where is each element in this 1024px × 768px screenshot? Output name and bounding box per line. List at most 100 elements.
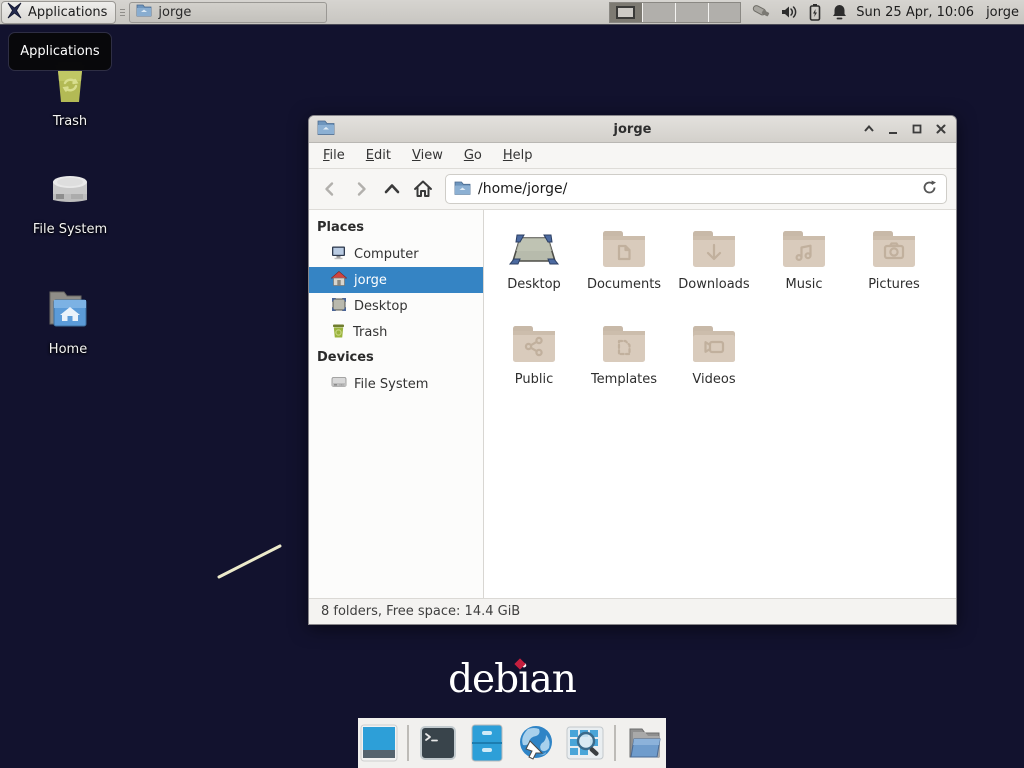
hard-drive-icon bbox=[331, 375, 347, 393]
file-cabinet-icon bbox=[469, 723, 505, 763]
dock-panel bbox=[358, 718, 666, 768]
desktop-icon-file-system[interactable]: File System bbox=[18, 164, 122, 237]
top-panel: Applications jorge bbox=[0, 0, 1024, 25]
location-bar[interactable]: /home/jorge/ bbox=[445, 174, 947, 204]
system-tray bbox=[749, 2, 848, 22]
menu-edit[interactable]: Edit bbox=[366, 148, 391, 163]
applications-menu-button[interactable]: Applications bbox=[1, 1, 116, 24]
templates-folder-icon bbox=[600, 321, 648, 369]
show-desktop-button[interactable] bbox=[358, 722, 399, 764]
file-item-documents[interactable]: Documents bbox=[580, 226, 668, 321]
minimize-button[interactable] bbox=[886, 122, 900, 136]
computer-icon bbox=[331, 245, 347, 264]
sidebar-item-trash[interactable]: Trash bbox=[309, 319, 483, 345]
maximize-button[interactable] bbox=[910, 122, 924, 136]
file-manager-window: jorge File Edit View Go Help bbox=[308, 115, 957, 625]
menu-file[interactable]: File bbox=[323, 148, 345, 163]
window-titlebar[interactable]: jorge bbox=[309, 116, 956, 143]
sidebar-item-jorge[interactable]: jorge bbox=[309, 267, 483, 293]
sidebar: Places Computer bbox=[309, 210, 484, 598]
desktop-icon-home[interactable]: Home bbox=[16, 284, 120, 357]
menu-help[interactable]: Help bbox=[503, 148, 533, 163]
shade-button[interactable] bbox=[862, 122, 876, 136]
clock[interactable]: Sun 25 Apr, 10:06 bbox=[856, 5, 974, 20]
volume-icon[interactable] bbox=[780, 3, 799, 21]
user-actions-button[interactable]: jorge bbox=[986, 5, 1019, 20]
forward-button[interactable] bbox=[346, 175, 375, 204]
file-item-templates[interactable]: Templates bbox=[580, 321, 668, 416]
folder-icon bbox=[136, 3, 152, 21]
file-manager-launcher[interactable] bbox=[466, 722, 507, 764]
documents-folder-icon bbox=[600, 226, 648, 274]
downloads-folder-icon bbox=[690, 226, 738, 274]
applications-menu-label: Applications bbox=[28, 5, 107, 20]
workspace-2[interactable] bbox=[642, 3, 675, 22]
tooltip-text: Applications bbox=[20, 44, 99, 59]
desktop-icon-label: Home bbox=[49, 342, 87, 357]
sidebar-header-devices: Devices bbox=[309, 345, 483, 371]
back-button[interactable] bbox=[315, 175, 344, 204]
workspace-1[interactable] bbox=[610, 3, 642, 22]
trash-icon bbox=[331, 323, 346, 342]
file-item-videos[interactable]: Videos bbox=[670, 321, 758, 416]
show-desktop-icon bbox=[359, 723, 399, 763]
folder-icon bbox=[454, 180, 471, 199]
notifications-icon[interactable] bbox=[831, 3, 848, 21]
applications-tooltip: Applications bbox=[8, 32, 112, 71]
workspace-4[interactable] bbox=[708, 3, 741, 22]
web-browser-icon bbox=[516, 723, 556, 763]
workspace-switcher[interactable] bbox=[609, 2, 741, 23]
sidebar-header-places: Places bbox=[309, 215, 483, 241]
directory-menu-button[interactable] bbox=[624, 722, 666, 764]
desktop-icon bbox=[508, 226, 560, 274]
file-item-downloads[interactable]: Downloads bbox=[670, 226, 758, 321]
desktop-icon-label: File System bbox=[33, 222, 107, 237]
app-finder-launcher[interactable] bbox=[565, 722, 606, 764]
menu-view[interactable]: View bbox=[412, 148, 443, 163]
reload-button[interactable] bbox=[921, 179, 938, 200]
web-browser-launcher[interactable] bbox=[516, 722, 557, 764]
dock-separator bbox=[614, 725, 616, 761]
sidebar-item-desktop[interactable]: Desktop bbox=[309, 293, 483, 319]
app-finder-icon bbox=[565, 724, 605, 762]
statusbar: 8 folders, Free space: 14.4 GiB bbox=[309, 598, 956, 624]
up-button[interactable] bbox=[377, 175, 406, 204]
close-button[interactable] bbox=[934, 122, 948, 136]
battery-icon[interactable] bbox=[808, 3, 822, 22]
toolbar: /home/jorge/ bbox=[309, 169, 956, 210]
location-input[interactable]: /home/jorge/ bbox=[478, 181, 914, 197]
desktop-icon-label: Trash bbox=[53, 114, 87, 129]
panel-handle[interactable] bbox=[118, 3, 127, 21]
debian-logo: debian bbox=[0, 660, 1024, 699]
window-title: jorge bbox=[309, 122, 956, 137]
pictures-folder-icon bbox=[870, 226, 918, 274]
menu-go[interactable]: Go bbox=[464, 148, 482, 163]
file-item-public[interactable]: Public bbox=[490, 321, 578, 416]
hard-drive-icon bbox=[45, 164, 95, 218]
videos-folder-icon bbox=[690, 321, 738, 369]
home-folder-icon bbox=[42, 284, 94, 338]
file-item-music[interactable]: Music bbox=[760, 226, 848, 321]
xfce-applications-icon bbox=[6, 2, 23, 23]
file-view[interactable]: Desktop Documents bbox=[484, 210, 956, 598]
terminal-icon bbox=[419, 724, 457, 762]
menubar: File Edit View Go Help bbox=[309, 143, 956, 169]
public-folder-icon bbox=[510, 321, 558, 369]
desktop-icon bbox=[331, 297, 347, 316]
stylus-icon[interactable] bbox=[749, 2, 771, 22]
taskbar-button-jorge[interactable]: jorge bbox=[129, 2, 327, 23]
debian-logo-text: debian bbox=[448, 657, 576, 702]
sidebar-item-computer[interactable]: Computer bbox=[309, 241, 483, 267]
home-icon bbox=[331, 271, 347, 290]
dock-separator bbox=[407, 725, 409, 761]
home-button[interactable] bbox=[408, 175, 437, 204]
music-folder-icon bbox=[780, 226, 828, 274]
open-folder-icon bbox=[624, 723, 666, 763]
sidebar-item-file-system[interactable]: File System bbox=[309, 371, 483, 397]
desktop[interactable]: { "colors": { "desktop_bg": "#12122e", "… bbox=[0, 0, 1024, 768]
file-item-pictures[interactable]: Pictures bbox=[850, 226, 938, 321]
taskbar-button-label: jorge bbox=[158, 5, 191, 20]
terminal-launcher[interactable] bbox=[417, 722, 458, 764]
file-item-desktop[interactable]: Desktop bbox=[490, 226, 578, 321]
workspace-3[interactable] bbox=[675, 3, 708, 22]
